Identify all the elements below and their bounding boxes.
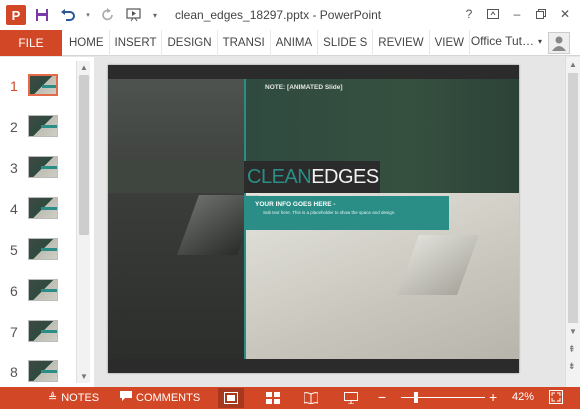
thumbnail-image — [28, 320, 58, 342]
comments-button[interactable]: COMMENTS — [120, 391, 200, 404]
account-menu[interactable]: Office Tut… ▾ — [471, 34, 542, 48]
comments-label: COMMENTS — [136, 391, 201, 404]
minimize-button[interactable]: – — [506, 4, 528, 24]
fit-slide-icon[interactable] — [549, 390, 563, 404]
notes-label: NOTES — [61, 391, 100, 404]
zoom-level[interactable]: 42% — [512, 391, 534, 403]
file-tab[interactable]: FILE — [0, 30, 62, 56]
slide-info-title: YOUR INFO GOES HERE - — [255, 201, 336, 208]
tab-insert[interactable]: INSERT — [110, 30, 163, 56]
thumbnail-image — [28, 74, 58, 96]
window-title: clean_edges_18297.pptx - PowerPoint — [175, 8, 382, 22]
notes-icon: ≜ — [48, 392, 58, 404]
slide-note-text[interactable]: NOTE: [ANIMATED Slide] — [265, 84, 343, 91]
undo-icon[interactable] — [58, 5, 78, 25]
scroll-up-icon[interactable]: ▲ — [569, 60, 577, 69]
status-bar: ≜ NOTES COMMENTS − + 42% — [0, 387, 580, 409]
title-bar: P ▾ ▾ clean_edges_18297.pptx - PowerPoin… — [0, 0, 580, 30]
thumbnail-image — [28, 197, 58, 219]
thumbnail-image — [28, 238, 58, 260]
window-controls: ? – ✕ — [458, 4, 576, 24]
normal-view-icon[interactable] — [218, 388, 244, 408]
thumbnail-number: 5 — [10, 242, 18, 258]
tab-design[interactable]: DESIGN — [162, 30, 218, 56]
ribbon-tabs: FILE HOME INSERT DESIGN TRANSI ANIMA SLI… — [0, 30, 580, 56]
thumbnail-image — [28, 156, 58, 178]
thumbnail-slide-5[interactable]: 5 — [0, 235, 80, 265]
slide-title-edges: EDGES — [311, 165, 379, 188]
thumbnail-image — [28, 360, 58, 382]
slide-editor: NOTE: [ANIMATED Slide] CLEAN EDGES YOUR I… — [95, 57, 561, 387]
slide-left-mid-strip — [108, 159, 244, 193]
help-button[interactable]: ? — [458, 4, 480, 24]
editor-scrollbar[interactable]: ▲ ▼ ⇞ ⇟ — [565, 57, 580, 387]
thumbnail-image — [28, 115, 58, 137]
scrollbar-thumb[interactable] — [79, 75, 89, 235]
slide-info-subtext: Sub text here. This is a placeholder to … — [263, 210, 396, 215]
tab-transitions[interactable]: TRANSI — [218, 30, 271, 56]
thumbnail-image — [28, 279, 58, 301]
zoom-in-icon[interactable]: + — [489, 389, 497, 405]
thumbnail-slide-7[interactable]: 7 — [0, 317, 80, 347]
slide-title-box[interactable]: CLEAN EDGES — [244, 161, 380, 193]
slide-title-clean: CLEAN — [247, 165, 312, 188]
thumbnail-slide-8[interactable]: 8 — [0, 357, 80, 387]
zoom-out-icon[interactable]: − — [378, 389, 386, 405]
thumbnail-slide-3[interactable]: 3 — [0, 153, 80, 183]
thumbnail-slide-1[interactable]: 1 — [0, 71, 80, 101]
thumbnail-number: 8 — [10, 364, 18, 380]
comment-icon — [120, 391, 132, 404]
thumbnail-slide-2[interactable]: 2 — [0, 112, 80, 142]
customize-toolbar-icon[interactable]: ▾ — [150, 5, 160, 25]
slide-top-band — [108, 65, 519, 79]
notes-button[interactable]: ≜ NOTES — [48, 391, 100, 405]
thumbnail-number: 4 — [10, 201, 18, 217]
thumbnail-number: 2 — [10, 119, 18, 135]
tab-slide-show[interactable]: SLIDE S — [318, 30, 374, 56]
quick-access-toolbar: P ▾ ▾ — [6, 5, 160, 25]
scrollbar-thumb[interactable] — [568, 73, 578, 323]
thumbnail-scrollbar[interactable]: ▲ ▼ — [76, 61, 90, 383]
thumbnail-slide-6[interactable]: 6 — [0, 276, 80, 306]
slide-canvas[interactable]: NOTE: [ANIMATED Slide] CLEAN EDGES YOUR I… — [108, 65, 519, 373]
save-icon[interactable] — [32, 5, 52, 25]
tab-home[interactable]: HOME — [64, 30, 110, 56]
scroll-up-icon[interactable]: ▲ — [80, 63, 88, 72]
redo-icon[interactable] — [98, 5, 118, 25]
thumbnail-slide-4[interactable]: 4 — [0, 194, 80, 224]
undo-dropdown-icon[interactable]: ▾ — [84, 5, 92, 25]
slide-info-box[interactable]: YOUR INFO GOES HERE - Sub text here. Thi… — [244, 196, 449, 230]
tab-animations[interactable]: ANIMA — [271, 30, 319, 56]
tab-review[interactable]: REVIEW — [373, 30, 430, 56]
thumbnail-number: 3 — [10, 160, 18, 176]
tab-list: HOME INSERT DESIGN TRANSI ANIMA SLIDE S … — [64, 30, 471, 56]
start-from-beginning-icon[interactable] — [124, 5, 144, 25]
thumbnail-number: 1 — [10, 78, 18, 94]
close-button[interactable]: ✕ — [554, 4, 576, 24]
account-name: Office Tut… — [470, 34, 534, 48]
scroll-down-icon[interactable]: ▼ — [569, 327, 577, 336]
slide-show-view-icon[interactable] — [338, 388, 364, 408]
ribbon-display-options-icon[interactable] — [482, 4, 504, 24]
tab-view[interactable]: VIEW — [430, 30, 471, 56]
chevron-down-icon: ▾ — [537, 36, 542, 46]
previous-slide-icon[interactable]: ⇞ — [568, 344, 576, 355]
zoom-slider-thumb[interactable] — [413, 392, 418, 403]
thumbnail-number: 6 — [10, 283, 18, 299]
slide-bottom-band — [108, 359, 519, 373]
slide-thumbnail-pane: 1 2 3 4 5 6 7 8 ▲ ▼ — [0, 57, 94, 387]
powerpoint-logo-icon: P — [6, 5, 26, 25]
next-slide-icon[interactable]: ⇟ — [568, 361, 576, 372]
scroll-down-icon[interactable]: ▼ — [80, 372, 88, 381]
thumbnail-number: 7 — [10, 324, 18, 340]
restore-icon[interactable] — [530, 4, 552, 24]
slide-sorter-view-icon[interactable] — [260, 388, 286, 408]
avatar[interactable] — [548, 32, 570, 54]
reading-view-icon[interactable] — [298, 388, 324, 408]
